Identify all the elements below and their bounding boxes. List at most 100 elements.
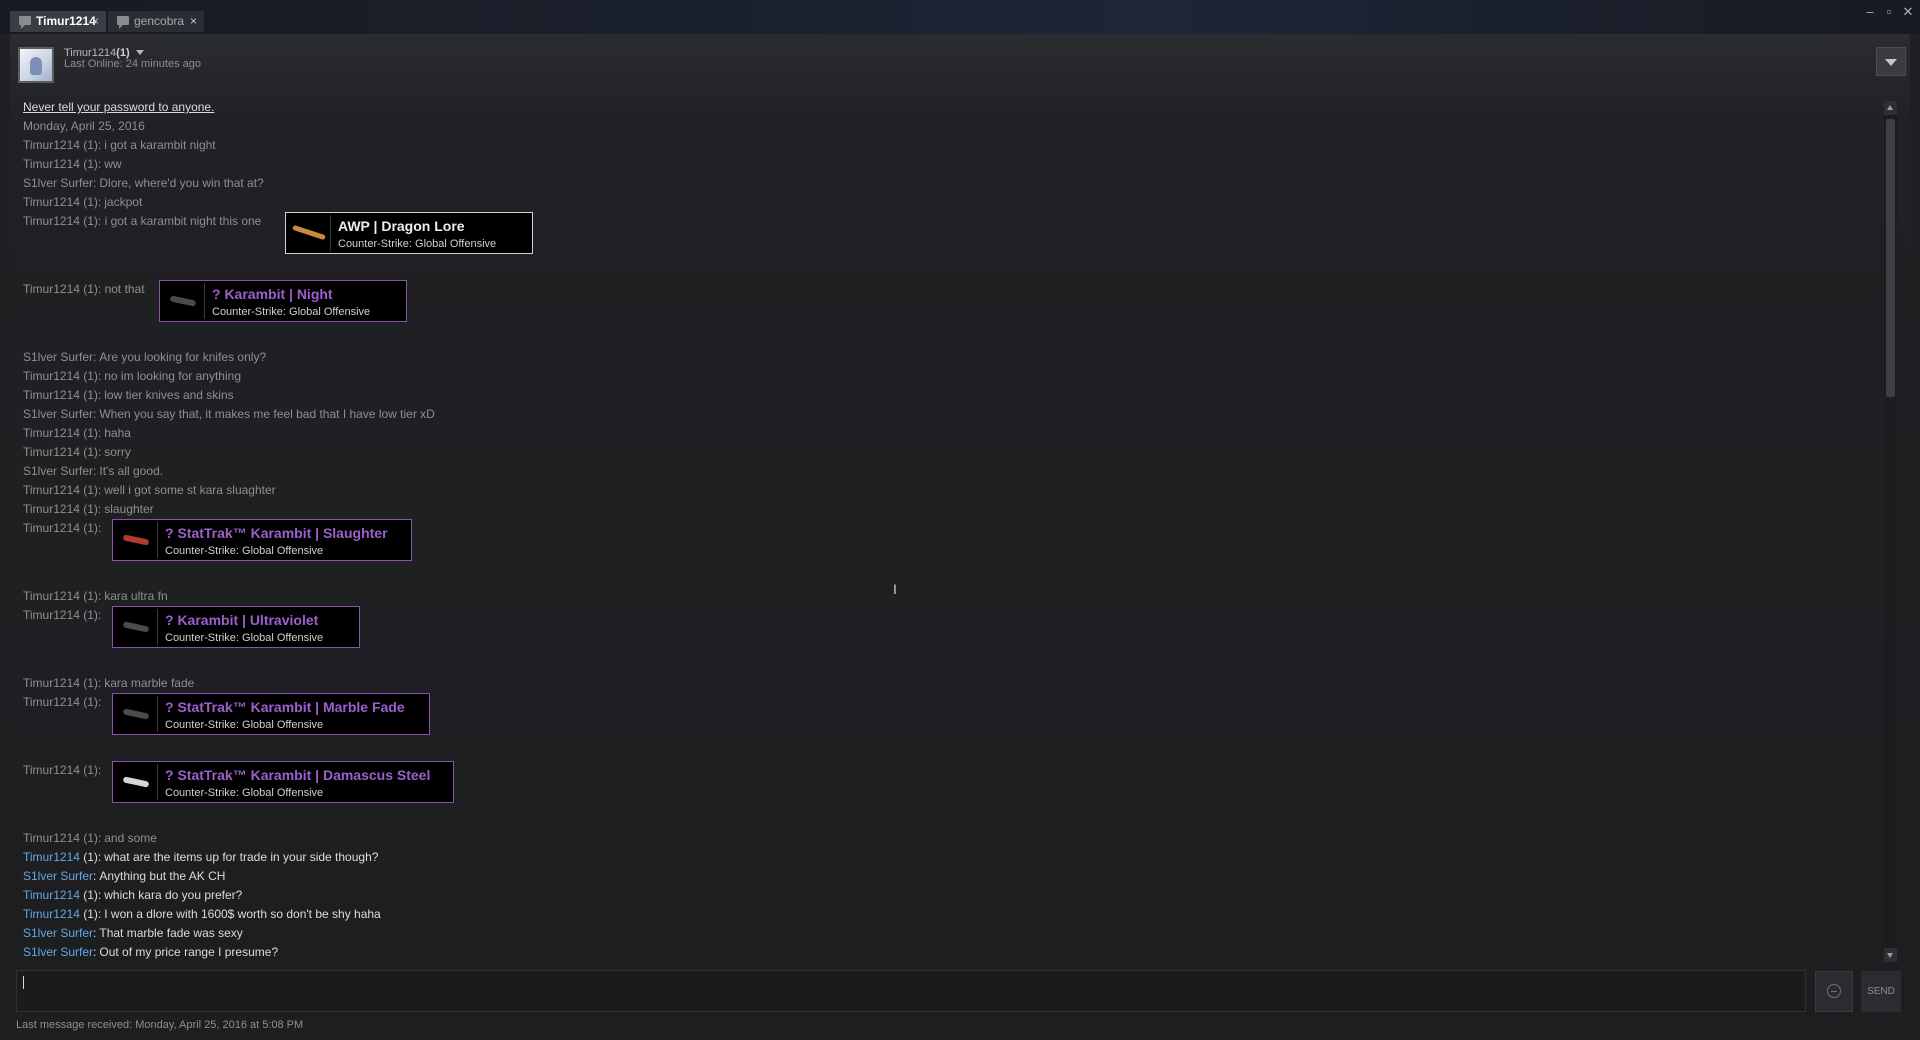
- knife-icon: [122, 708, 150, 720]
- chat-message: Timur1214 (1): i got a karambit night: [23, 136, 1873, 155]
- item-embed-message: Timur1214 (1): ? Karambit | Ultraviolet …: [23, 606, 1873, 674]
- message-text: When you say that, it makes me feel bad …: [99, 407, 435, 421]
- sender-link[interactable]: S1lver Surfer: [23, 945, 93, 959]
- message-text: slaughter: [104, 502, 154, 516]
- message-sender: S1lver Surfer:: [23, 464, 97, 478]
- item-title: ? Karambit | Night: [212, 286, 333, 302]
- scroll-up-arrow-icon[interactable]: [1884, 101, 1897, 115]
- chat-message-recent: Timur1214 (1): which kara do you prefer?: [23, 886, 1873, 905]
- tab-timur1214[interactable]: Timur1214 ×: [10, 11, 106, 32]
- chat-message: S1lver Surfer: It's all good.: [23, 462, 1873, 481]
- item-thumbnail: [288, 215, 331, 251]
- message-sender: Timur1214 (1):: [23, 589, 102, 603]
- message-sender: S1lver Surfer:: [23, 176, 97, 190]
- message-prefix: Timur1214 (1):: [23, 521, 102, 535]
- item-thumbnail: [115, 764, 158, 800]
- tab-gencobra[interactable]: gencobra ×: [108, 11, 204, 32]
- maximize-icon[interactable]: ▫: [1881, 4, 1897, 20]
- item-card-karambit-marble-fade[interactable]: ? StatTrak™ Karambit | Marble Fade Count…: [112, 693, 430, 735]
- item-embed-message: Timur1214 (1): i got a karambit night th…: [23, 212, 1873, 280]
- item-card-awp-dragon-lore[interactable]: AWP | Dragon Lore Counter-Strike: Global…: [285, 212, 533, 254]
- knife-icon: [122, 534, 150, 546]
- sender-link[interactable]: Timur1214: [23, 907, 80, 921]
- close-icon[interactable]: ✕: [1900, 4, 1916, 20]
- item-title: ? StatTrak™ Karambit | Damascus Steel: [165, 767, 431, 783]
- send-button[interactable]: SEND: [1861, 971, 1901, 1012]
- security-warning[interactable]: Never tell your password to anyone.: [23, 98, 1873, 117]
- item-title: ? StatTrak™ Karambit | Slaughter: [165, 525, 388, 541]
- chat-message-recent: S1lver Surfer: Anything but the AK CH: [23, 867, 1873, 886]
- item-card-karambit-night[interactable]: ? Karambit | Night Counter-Strike: Globa…: [159, 280, 407, 322]
- message-prefix: Timur1214 (1):: [23, 608, 102, 622]
- chat-message: Timur1214 (1): ww: [23, 155, 1873, 174]
- scrollbar-thumb[interactable]: [1886, 119, 1895, 397]
- message-sender: Timur1214 (1):: [23, 369, 102, 383]
- sender-link[interactable]: Timur1214: [23, 850, 80, 864]
- last-online-status: Last Online: 24 minutes ago: [64, 58, 201, 70]
- item-card-karambit-damascus-steel[interactable]: ? StatTrak™ Karambit | Damascus Steel Co…: [112, 761, 454, 803]
- chat-message: S1lver Surfer: Dlore, where'd you win tha…: [23, 174, 1873, 193]
- tab-close-icon[interactable]: ×: [92, 11, 99, 32]
- message-text: Anything but the AK CH: [99, 869, 226, 883]
- chat-message: Timur1214 (1): sorry: [23, 443, 1873, 462]
- message-text: ww: [104, 157, 122, 171]
- chat-message: Timur1214 (1): no im looking for anything: [23, 367, 1873, 386]
- chat-message: Timur1214 (1): low tier knives and skins: [23, 386, 1873, 405]
- message-sender: Timur1214 (1):: [23, 445, 102, 459]
- item-card-karambit-ultraviolet[interactable]: ? Karambit | Ultraviolet Counter-Strike:…: [112, 606, 360, 648]
- minimize-icon[interactable]: –: [1862, 4, 1878, 20]
- message-sender: Timur1214 (1):: [23, 426, 102, 440]
- tab-label: gencobra: [134, 14, 185, 28]
- item-card-karambit-slaughter[interactable]: ? StatTrak™ Karambit | Slaughter Counter…: [112, 519, 412, 561]
- chat-message: Timur1214 (1): and some: [23, 829, 1873, 848]
- avatar-figure: [30, 57, 42, 75]
- chat-message-input[interactable]: [16, 970, 1806, 1012]
- message-sender: Timur1214 (1):: [23, 138, 102, 152]
- emoticon-icon: [1827, 984, 1841, 998]
- emoticon-button[interactable]: [1815, 971, 1853, 1012]
- date-separator: Monday, April 25, 2016: [23, 119, 145, 133]
- title-bar: Timur1214 × gencobra × – ▫ ✕: [0, 0, 1920, 34]
- knife-icon: [122, 776, 150, 788]
- item-title: ? Karambit | Ultraviolet: [165, 612, 319, 628]
- sender-link[interactable]: S1lver Surfer: [23, 926, 93, 940]
- friend-menu-caret-icon[interactable]: [136, 50, 144, 55]
- chat-message: Timur1214 (1): kara ultra fn: [23, 587, 1873, 606]
- item-game: Counter-Strike: Global Offensive: [212, 306, 371, 318]
- sender-link[interactable]: Timur1214: [23, 888, 80, 902]
- message-prefix: Timur1214 (1): i got a karambit night th…: [23, 214, 262, 228]
- chat-message: S1lver Surfer: When you say that, it make…: [23, 405, 1873, 424]
- item-thumbnail: [115, 609, 158, 645]
- item-embed-message: Timur1214 (1): not that ? Karambit | Nig…: [23, 280, 1873, 348]
- item-embed-message: Timur1214 (1): ? StatTrak™ Karambit | Da…: [23, 761, 1873, 829]
- scroll-down-arrow-icon[interactable]: [1884, 948, 1897, 962]
- message-text: and some: [104, 831, 157, 845]
- avatar[interactable]: [18, 47, 54, 83]
- item-embed-message: Timur1214 (1): ? StatTrak™ Karambit | Ma…: [23, 693, 1873, 761]
- item-game: Counter-Strike: Global Offensive: [165, 632, 324, 644]
- tab-close-icon[interactable]: ×: [190, 11, 197, 32]
- chat-bubble-icon: [117, 16, 129, 29]
- knife-icon: [169, 295, 197, 307]
- message-sender: Timur1214 (1):: [23, 483, 102, 497]
- chat-message: Timur1214 (1): haha: [23, 424, 1873, 443]
- message-text: Dlore, where'd you win that at?: [99, 176, 264, 190]
- item-embed-message: Timur1214 (1): ? StatTrak™ Karambit | Sl…: [23, 519, 1873, 587]
- message-sender: Timur1214 (1):: [23, 195, 102, 209]
- message-sender: Timur1214 (1):: [23, 831, 102, 845]
- message-sender: S1lver Surfer:: [23, 407, 97, 421]
- message-text: low tier knives and skins: [104, 388, 234, 402]
- message-sender: Timur1214 (1):: [23, 502, 102, 516]
- sender-suffix: (1):: [79, 850, 102, 864]
- chat-message-recent: Timur1214 (1): what are the items up for …: [23, 848, 1873, 867]
- sender-suffix: :: [93, 869, 97, 883]
- message-text: well i got some st kara sluaghter: [104, 483, 276, 497]
- message-sender: Timur1214 (1):: [23, 157, 102, 171]
- message-prefix: Timur1214 (1):: [23, 763, 102, 777]
- chat-message-recent: Timur1214 (1): I won a dlore with 1600$ w…: [23, 905, 1873, 924]
- text-cursor-icon: I: [893, 581, 897, 597]
- last-message-status: Last message received: Monday, April 25,…: [16, 1019, 304, 1031]
- message-text: sorry: [104, 445, 131, 459]
- chat-options-dropdown-button[interactable]: [1876, 47, 1906, 76]
- sender-link[interactable]: S1lver Surfer: [23, 869, 93, 883]
